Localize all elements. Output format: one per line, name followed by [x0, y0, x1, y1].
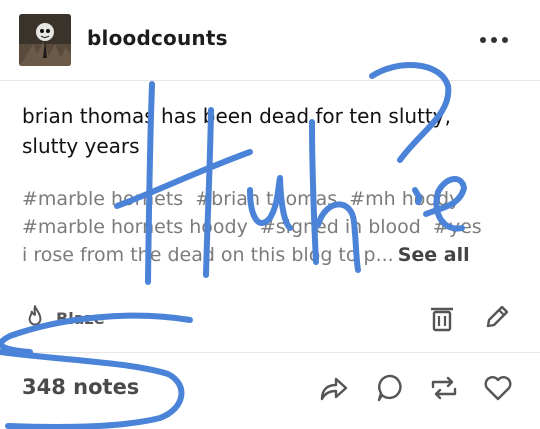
like-button[interactable] [482, 373, 514, 403]
flame-icon [28, 305, 42, 326]
tag-link[interactable]: #marble hornets hoody [22, 216, 248, 238]
share-button[interactable] [318, 373, 350, 403]
tag-link[interactable]: #mh hoody [349, 188, 460, 210]
tag-link[interactable]: #brian thomas [195, 188, 337, 210]
reblog-icon [431, 376, 457, 400]
footer-divider [0, 352, 540, 353]
tag-list: #marble hornets #brian thomas #mh hoody … [22, 185, 522, 269]
post-body: brian thomas has been dead for ten slutt… [22, 104, 451, 158]
reply-icon [377, 374, 402, 402]
tag-link-truncated[interactable]: i rose from the dead on this blog to p..… [22, 244, 394, 266]
see-all-tags-link[interactable]: See all [398, 244, 470, 266]
edit-button[interactable] [482, 302, 512, 332]
reblog-button[interactable] [428, 373, 460, 403]
delete-button[interactable] [428, 303, 456, 333]
notes-count[interactable]: 348 notes [22, 375, 139, 399]
header-divider [0, 80, 540, 81]
more-options-button[interactable] [474, 34, 514, 46]
tag-link[interactable]: #signed in blood [260, 216, 421, 238]
trash-icon [431, 307, 453, 332]
more-icon [480, 37, 486, 43]
reply-button[interactable] [375, 372, 407, 404]
more-icon-dot [491, 37, 497, 43]
tag-link[interactable]: #yes [433, 216, 482, 238]
avatar-image [19, 14, 71, 66]
tag-link[interactable]: #marble hornets [22, 188, 183, 210]
share-icon [320, 377, 348, 401]
edit-icon [486, 305, 509, 328]
avatar[interactable] [19, 14, 71, 66]
heart-icon [484, 376, 512, 401]
username-link[interactable]: bloodcounts [87, 26, 228, 50]
more-icon-dot [502, 37, 508, 43]
post-header: bloodcounts [0, 0, 540, 80]
blaze-label: Blaze [56, 309, 105, 328]
